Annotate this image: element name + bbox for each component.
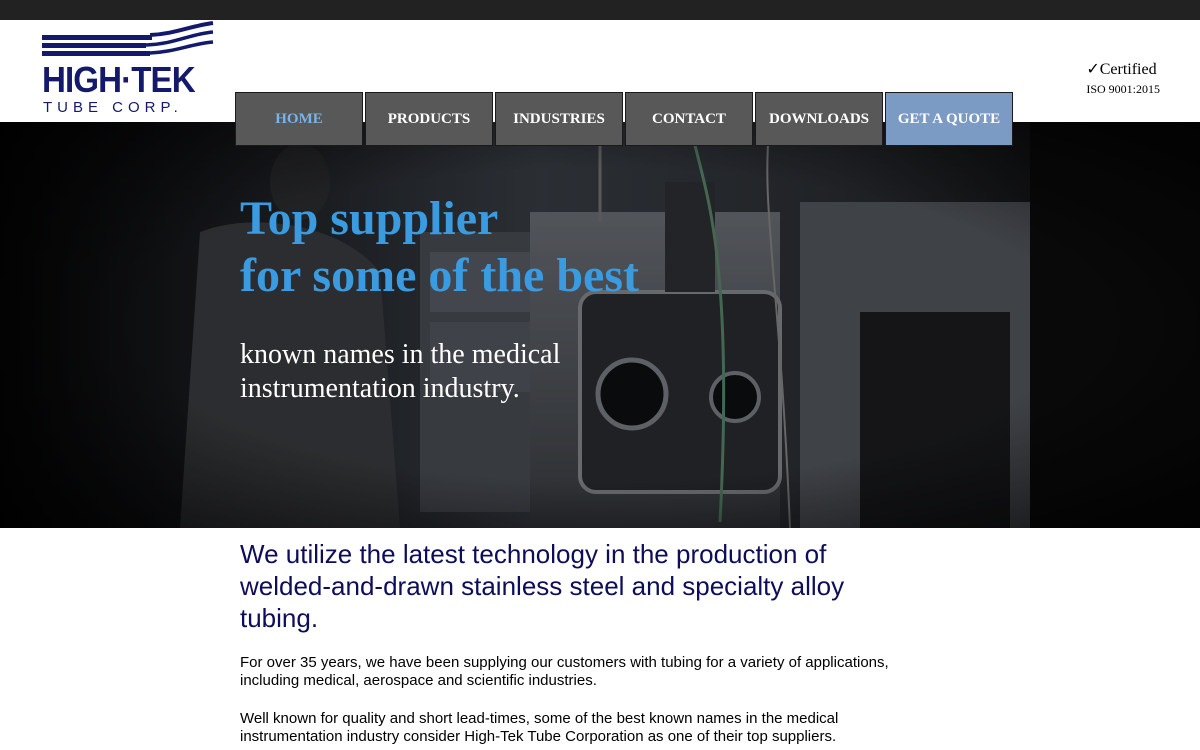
- tube-lines-icon: [42, 21, 214, 56]
- main-navigation: HOME PRODUCTS INDUSTRIES CONTACT DOWNLOA…: [235, 92, 1013, 146]
- about-paragraph: For over 35 years, we have been supplyin…: [240, 654, 889, 689]
- hero-subtitle-line2: instrumentation industry.: [240, 373, 520, 404]
- hero-title-line2: for some of the best: [240, 249, 640, 302]
- certified-label: ✓Certified: [1086, 61, 1157, 78]
- logo-subtitle: TUBE CORP.: [43, 99, 183, 116]
- hero-subtitle-line1: known names in the medical: [240, 339, 561, 370]
- logo-wordmark: HIGH·TEK: [42, 59, 196, 100]
- certification-badge: ✓Certified ISO 9001:2015: [1086, 60, 1160, 98]
- lab-equipment-image: [0, 122, 1200, 528]
- nav-home[interactable]: HOME: [235, 92, 363, 146]
- reputation-paragraph: Well known for quality and short lead-ti…: [240, 710, 839, 745]
- hero-subtitle: known names in the medical instrumentati…: [240, 338, 560, 406]
- nav-contact[interactable]: CONTACT: [625, 92, 753, 146]
- company-logo[interactable]: HIGH·TEK TUBE CORP.: [40, 20, 220, 120]
- top-bar: [0, 0, 1200, 20]
- nav-downloads[interactable]: DOWNLOADS: [755, 92, 883, 146]
- hero-title-line1: Top supplier: [240, 192, 499, 245]
- hero-title: Top supplier for some of the best: [240, 190, 639, 304]
- iso-label: ISO 9001:2015: [1086, 82, 1160, 96]
- intro-heading: We utilize the latest technology in the …: [240, 539, 845, 633]
- hero-banner: Top supplier for some of the best known …: [0, 122, 1200, 528]
- get-a-quote-button[interactable]: GET A QUOTE: [885, 92, 1013, 146]
- nav-products[interactable]: PRODUCTS: [365, 92, 493, 146]
- main-content: We utilize the latest technology in the …: [240, 528, 920, 746]
- nav-industries[interactable]: INDUSTRIES: [495, 92, 623, 146]
